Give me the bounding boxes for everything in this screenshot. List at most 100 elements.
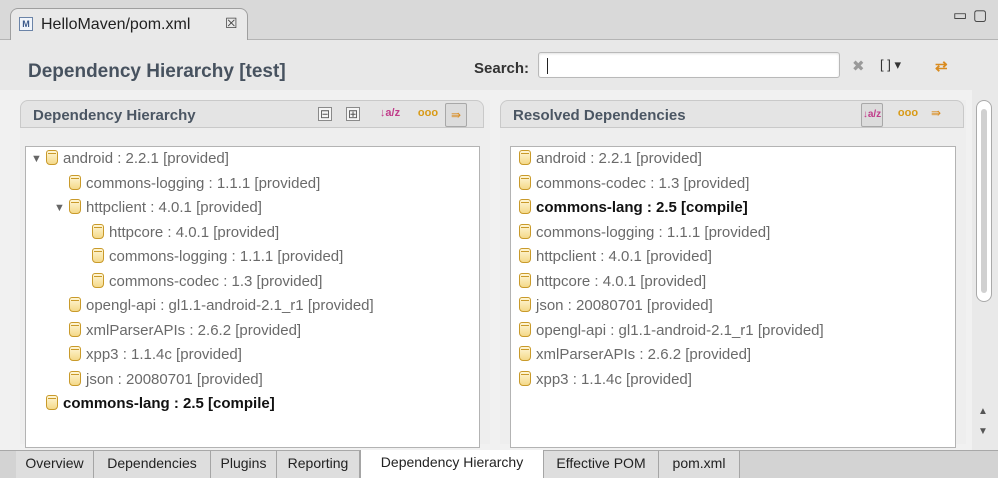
tree-node[interactable]: commons-logging : 1.1.1 [provided] <box>92 247 343 267</box>
clear-search-icon[interactable]: ✖ <box>852 57 865 75</box>
filter-dropdown[interactable]: [ ] ▾ <box>880 57 901 73</box>
tree-node[interactable]: commons-logging : 1.1.1 [provided] <box>69 174 320 194</box>
list-item[interactable]: xmlParserAPIs : 2.6.2 [provided] <box>519 345 751 365</box>
tree-node-label: opengl-api : gl1.1-android-2.1_r1 [provi… <box>86 297 374 314</box>
scrollbar-thumb[interactable] <box>976 100 992 302</box>
tree-node[interactable]: android : 2.2.1 [provided] <box>46 149 229 169</box>
form-header: Dependency Hierarchy [test] Search: ✖ [ … <box>0 40 998 90</box>
page-tab-plugins[interactable]: Plugins <box>211 451 277 478</box>
vertical-scrollbar[interactable]: ▲ ▼ <box>972 90 998 450</box>
search-input-box[interactable] <box>538 52 840 78</box>
list-item[interactable]: opengl-api : gl1.1-android-2.1_r1 [provi… <box>519 321 824 341</box>
tree-expand-toggle[interactable]: ▼ <box>31 149 42 169</box>
jar-icon <box>92 248 104 263</box>
editor-tab-pom[interactable]: M HelloMaven/pom.xml ☒ <box>10 8 248 41</box>
resolved-dependencies-section: Resolved Dependencies ↓a/z ooo ⇛ android… <box>500 100 966 448</box>
search-label: Search: <box>474 60 530 77</box>
jar-icon <box>519 297 531 312</box>
filter-icon[interactable]: ⇛ <box>445 103 467 127</box>
editor-tab-title: HelloMaven/pom.xml <box>41 16 191 33</box>
list-item-label: xpp3 : 1.1.4c [provided] <box>536 370 692 388</box>
minimize-icon[interactable]: ▭ <box>953 6 967 24</box>
list-item-label: commons-codec : 1.3 [provided] <box>536 174 750 192</box>
tree-node[interactable]: xpp3 : 1.1.4c [provided] <box>69 345 242 365</box>
list-item[interactable]: commons-lang : 2.5 [compile] <box>519 198 748 218</box>
jar-icon <box>519 199 531 214</box>
section-title: Dependency Hierarchy <box>33 107 196 124</box>
tree-node-label: httpcore : 4.0.1 [provided] <box>109 223 280 241</box>
filter-icon[interactable]: ⇛ <box>929 107 943 121</box>
jar-icon <box>46 395 58 410</box>
list-item-label: commons-lang : 2.5 [compile] <box>536 199 748 216</box>
page-tab-overview[interactable]: Overview <box>16 451 94 478</box>
list-item[interactable]: httpcore : 4.0.1 [provided] <box>519 272 706 292</box>
editor-page-tabs: Overview Dependencies Plugins Reporting Depe… <box>0 450 998 478</box>
list-item[interactable]: commons-codec : 1.3 [provided] <box>519 174 749 194</box>
page-tab-dependency-hierarchy[interactable]: Dependency Hierarchy <box>360 450 544 478</box>
list-item[interactable]: android : 2.2.1 [provided] <box>519 149 702 169</box>
tree-node-label: httpclient : 4.0.1 [provided] <box>86 199 262 216</box>
jar-icon <box>46 150 58 165</box>
tree-node[interactable]: commons-lang : 2.5 [compile] <box>46 394 275 414</box>
sort-icon[interactable]: ↓a/z <box>379 107 401 121</box>
show-groups-icon[interactable]: ooo <box>897 107 919 121</box>
jar-icon <box>519 321 531 337</box>
tree-node-label: commons-logging : 1.1.1 [provided] <box>86 174 321 192</box>
page-title: Dependency Hierarchy [test] <box>28 61 286 82</box>
jar-icon <box>69 321 81 337</box>
scroll-down-icon[interactable]: ▼ <box>978 426 988 437</box>
tree-node[interactable]: json : 20080701 [provided] <box>69 370 263 390</box>
list-item-label: json : 20080701 [provided] <box>536 297 713 314</box>
maven-file-icon: M <box>19 17 33 31</box>
jar-icon <box>519 370 531 386</box>
jar-icon <box>69 370 81 386</box>
tree-expand-toggle[interactable]: ▼ <box>54 198 65 218</box>
search-input[interactable] <box>543 54 837 78</box>
list-item-label: android : 2.2.1 [provided] <box>536 150 702 167</box>
jar-icon <box>92 223 104 239</box>
jar-icon <box>69 297 81 312</box>
main-area: Dependency Hierarchy ⊟ ⊞ ↓a/z ooo ⇛ ▼ and… <box>0 90 998 450</box>
text-caret <box>547 58 548 74</box>
tree-node-label: xmlParserAPIs : 2.6.2 [provided] <box>86 321 302 339</box>
list-item[interactable]: xpp3 : 1.1.4c [provided] <box>519 370 692 390</box>
list-item[interactable]: commons-logging : 1.1.1 [provided] <box>519 223 770 243</box>
editor-tab-strip: M HelloMaven/pom.xml ☒ ▭ ▢ <box>0 0 998 41</box>
sync-icon[interactable]: ⇄ <box>935 57 948 75</box>
list-item-label: xmlParserAPIs : 2.6.2 [provided] <box>536 346 752 363</box>
jar-icon <box>519 150 531 165</box>
tree-node[interactable]: httpclient : 4.0.1 [provided] <box>69 198 262 218</box>
page-tab-effective-pom[interactable]: Effective POM <box>544 451 659 478</box>
section-title: Resolved Dependencies <box>513 107 686 124</box>
page-tab-dependencies[interactable]: Dependencies <box>94 451 211 478</box>
page-tab-pom-xml[interactable]: pom.xml <box>659 451 740 478</box>
jar-icon <box>519 272 531 288</box>
jar-icon <box>69 199 81 214</box>
collapse-all-icon[interactable]: ⊟ <box>318 107 332 121</box>
list-item[interactable]: httpclient : 4.0.1 [provided] <box>519 247 712 267</box>
tree-node-label: commons-codec : 1.3 [provided] <box>109 272 323 290</box>
sort-icon[interactable]: ↓a/z <box>861 103 883 127</box>
jar-icon <box>519 346 531 361</box>
list-item-label: httpcore : 4.0.1 [provided] <box>536 272 707 290</box>
tree-node-label: commons-logging : 1.1.1 [provided] <box>109 248 344 265</box>
tree-node[interactable]: httpcore : 4.0.1 [provided] <box>92 223 279 243</box>
list-item-label: httpclient : 4.0.1 [provided] <box>536 248 712 265</box>
tree-node[interactable]: commons-codec : 1.3 [provided] <box>92 272 322 292</box>
close-icon[interactable]: ☒ <box>225 15 238 32</box>
resolved-dependencies-list[interactable]: android : 2.2.1 [provided] commons-codec … <box>510 146 956 448</box>
tree-node-label: android : 2.2.1 [provided] <box>63 150 229 167</box>
scroll-up-icon[interactable]: ▲ <box>978 406 988 417</box>
tree-node[interactable]: xmlParserAPIs : 2.6.2 [provided] <box>69 321 301 341</box>
tree-node[interactable]: opengl-api : gl1.1-android-2.1_r1 [provi… <box>69 296 374 316</box>
dependency-hierarchy-section: Dependency Hierarchy ⊟ ⊞ ↓a/z ooo ⇛ ▼ and… <box>20 100 490 448</box>
dependency-tree[interactable]: ▼ android : 2.2.1 [provided] commons-loggi… <box>25 146 480 448</box>
tree-node-label: xpp3 : 1.1.4c [provided] <box>86 346 242 363</box>
tree-node-label: json : 20080701 [provided] <box>86 370 263 388</box>
maximize-icon[interactable]: ▢ <box>973 6 987 24</box>
show-groups-icon[interactable]: ooo <box>417 107 439 121</box>
expand-all-icon[interactable]: ⊞ <box>346 107 360 121</box>
list-item[interactable]: json : 20080701 [provided] <box>519 296 713 316</box>
page-tab-reporting[interactable]: Reporting <box>277 451 360 478</box>
jar-icon <box>69 174 81 190</box>
